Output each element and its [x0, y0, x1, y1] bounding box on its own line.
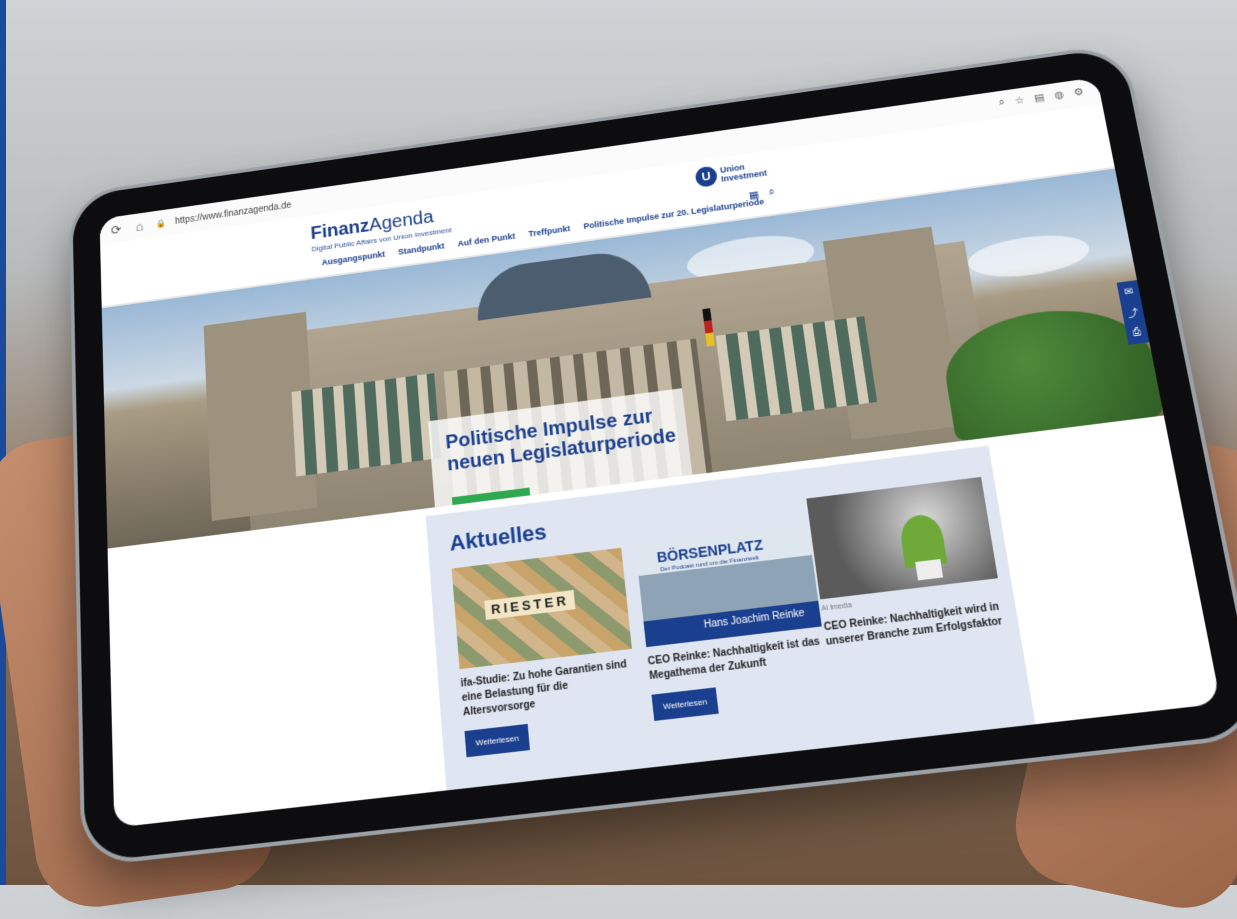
reader-icon[interactable]: ▤ [1033, 91, 1045, 104]
lock-icon: 🔒 [155, 217, 167, 228]
nav-auf-den-punkt[interactable]: Auf den Punkt [457, 231, 515, 248]
union-investment-logo[interactable]: U Union Investment [694, 159, 768, 188]
news-card-image[interactable] [806, 476, 998, 600]
newsletter-icon[interactable]: ▦ [748, 189, 760, 201]
podcast-guest-name: Hans Joachim Reinke [703, 607, 806, 631]
header-icons: ▦ ⌕ [748, 186, 775, 201]
extensions-icon[interactable]: ◍ [1053, 88, 1064, 101]
news-card-image[interactable]: RIESTER [451, 547, 632, 670]
union-investment-wordmark: Union Investment [719, 162, 768, 184]
share-icon[interactable]: ⤴ [1126, 304, 1139, 320]
reload-icon[interactable]: ⟳ [109, 221, 124, 238]
browser-tools: ⌕ ☆ ▤ ◍ ⚙ [998, 86, 1085, 109]
plant-pot [915, 559, 944, 581]
weiterlesen-button[interactable]: Weiterlesen [651, 687, 719, 721]
print-icon[interactable]: ⎙ [1132, 327, 1142, 339]
settings-icon[interactable]: ⚙ [1073, 86, 1085, 98]
cloud [964, 229, 1093, 283]
weiterlesen-button[interactable]: Weiterlesen [464, 723, 531, 758]
news-card: Al Imedia CEO Reinke: Nachhaltigkeit wir… [806, 476, 1006, 650]
aktuelles-heading: Aktuelles [448, 519, 548, 556]
aktuelles-section: Aktuelles RIESTER ifa-Studie: Zu hohe Ga… [425, 445, 1036, 791]
star-icon[interactable]: ☆ [1014, 94, 1026, 107]
left-edge-bar [0, 0, 6, 885]
tablet-screen: ⟳ ⌂ 🔒 https://www.finanzagenda.de ⌕ ☆ ▤ … [99, 77, 1221, 828]
nav-ausgangspunkt[interactable]: Ausgangspunkt [321, 249, 385, 267]
nav-treffpunkt[interactable]: Treffpunkt [528, 224, 571, 239]
news-card: RIESTER ifa-Studie: Zu hohe Garantien si… [451, 547, 642, 758]
nav-standpunkt[interactable]: Standpunkt [398, 241, 445, 256]
zoom-icon[interactable]: ⌕ [998, 97, 1006, 109]
riester-label: RIESTER [484, 589, 576, 620]
mail-icon[interactable]: ✉ [1124, 287, 1135, 299]
news-card-image[interactable]: BÖRSENPLATZ Der Podcast rund um die Fina… [635, 524, 822, 648]
news-card: BÖRSENPLATZ Der Podcast rund um die Fina… [635, 524, 832, 721]
home-icon[interactable]: ⌂ [132, 218, 147, 234]
tablet-device: ⟳ ⌂ 🔒 https://www.finanzagenda.de ⌕ ☆ ▤ … [72, 46, 1237, 863]
search-icon[interactable]: ⌕ [768, 186, 776, 198]
news-card-title[interactable]: ifa-Studie: Zu hohe Garantien sind eine … [460, 657, 637, 721]
union-investment-mark: U [694, 165, 719, 188]
